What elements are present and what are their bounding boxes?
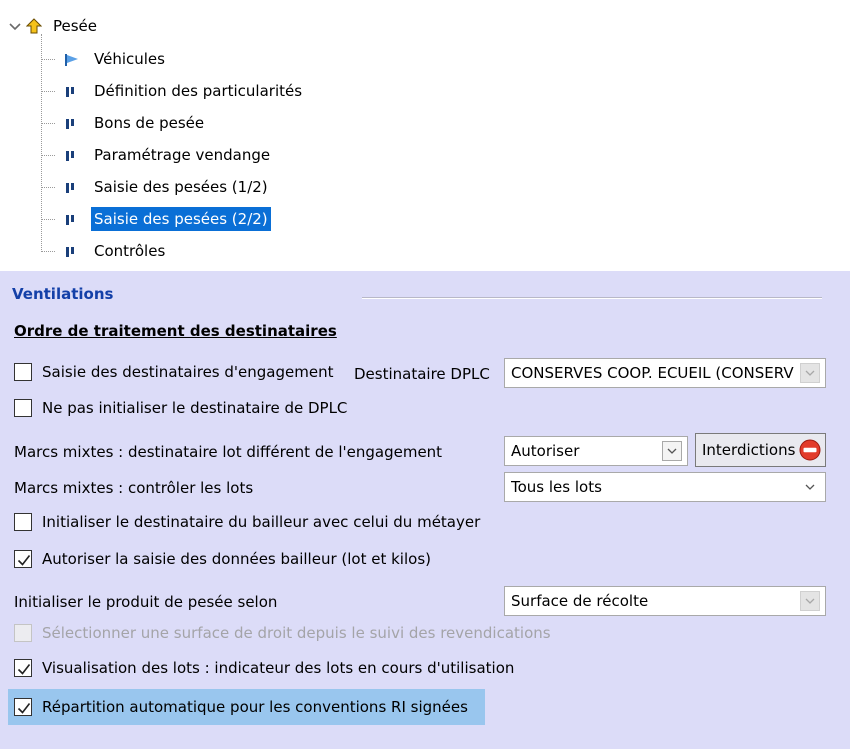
saisie-destinataires-checkbox[interactable] <box>14 363 32 381</box>
initialiser-produit-select[interactable]: Surface de récolte <box>504 586 826 616</box>
repartition-auto-checkbox[interactable] <box>14 698 32 716</box>
initialiser-bailleur-checkbox[interactable] <box>14 513 32 531</box>
initialiser-produit-label: Initialiser le produit de pesée selon <box>14 593 278 611</box>
tree-item-label: Bons de pesée <box>94 114 205 132</box>
interdictions-button[interactable]: Interdictions <box>695 433 826 467</box>
autoriser-saisie-bailleur-label: Autoriser la saisie des données bailleur… <box>42 550 431 568</box>
chevron-down-icon[interactable] <box>8 19 22 33</box>
visualisation-lots-label: Visualisation des lots : indicateur des … <box>42 659 515 677</box>
tree-root-label: Pesée <box>53 17 98 35</box>
bar-icon <box>65 213 77 227</box>
ne-pas-initialiser-checkbox[interactable] <box>14 399 32 417</box>
destinataire-dplc-select[interactable]: CONSERVES COOP. ECUEIL (CONSERV <box>504 358 826 388</box>
subsection-title: Ordre de traitement des destinataires <box>14 322 337 340</box>
marcs-mixtes-lots-select[interactable]: Tous les lots <box>504 472 826 502</box>
marcs-mixtes-dest-value: Autoriser <box>511 442 580 460</box>
visualisation-lots-option[interactable]: Visualisation des lots : indicateur des … <box>14 659 514 677</box>
destinataire-dplc-value: CONSERVES COOP. ECUEIL (CONSERV <box>511 364 794 382</box>
chevron-down-icon[interactable] <box>800 477 820 497</box>
tree-item-label-selected: Saisie des pesées (2/2) <box>91 207 271 231</box>
tree-item-label: Véhicules <box>94 50 165 68</box>
settings-tree: Pesée Véhicules Définition des particula… <box>0 0 850 268</box>
destinataire-dplc-label-wrap: Destinataire DPLC <box>354 365 490 383</box>
marcs-mixtes-dest-select[interactable]: Autoriser <box>504 436 688 466</box>
repartition-auto-label: Répartition automatique pour les convent… <box>42 698 468 716</box>
selectionner-surface-option: Sélectionner une surface de droit depuis… <box>14 624 551 642</box>
marcs-mixtes-lots-label: Marcs mixtes : contrôler les lots <box>14 479 254 497</box>
tree-item-saisie-pesees-2[interactable]: Saisie des pesées (2/2) <box>41 206 271 232</box>
tree-item-bons-pesee[interactable]: Bons de pesée <box>41 110 207 136</box>
autoriser-saisie-bailleur-checkbox[interactable] <box>14 550 32 568</box>
tree-item-label: Paramétrage vendange <box>94 146 271 164</box>
bar-icon <box>65 149 77 163</box>
tree-item-label: Saisie des pesées (1/2) <box>94 178 268 196</box>
marcs-mixtes-dest-label-wrap: Marcs mixtes : destinataire lot différen… <box>14 443 442 461</box>
repartition-auto-option[interactable]: Répartition automatique pour les convent… <box>14 698 468 716</box>
bar-icon <box>65 117 77 131</box>
saisie-destinataires-option[interactable]: Saisie des destinataires d'engagement <box>14 363 333 381</box>
chevron-down-icon[interactable] <box>800 591 820 611</box>
ne-pas-initialiser-option[interactable]: Ne pas initialiser le destinataire de DP… <box>14 399 347 417</box>
tree-item-label: Définition des particularités <box>94 82 303 100</box>
bar-icon <box>65 85 77 99</box>
section-title: Ventilations <box>12 285 114 303</box>
initialiser-produit-label-wrap: Initialiser le produit de pesée selon <box>14 593 277 611</box>
tree-item-definition-particularites[interactable]: Définition des particularités <box>41 78 305 104</box>
tree-item-vehicules[interactable]: Véhicules <box>41 46 168 72</box>
interdictions-button-label: Interdictions <box>702 441 796 459</box>
initialiser-produit-value: Surface de récolte <box>511 592 649 610</box>
flag-icon <box>65 53 78 67</box>
selectionner-surface-label: Sélectionner une surface de droit depuis… <box>42 624 551 642</box>
destinataire-dplc-label: Destinataire DPLC <box>354 365 490 383</box>
ventilations-panel: Ventilations Ordre de traitement des des… <box>0 271 850 749</box>
bar-icon <box>65 181 77 195</box>
tree-item-label: Contrôles <box>94 242 166 260</box>
marcs-mixtes-lots-label-wrap: Marcs mixtes : contrôler les lots <box>14 479 253 497</box>
chevron-down-icon[interactable] <box>800 363 820 383</box>
marcs-mixtes-lots-value: Tous les lots <box>511 478 602 496</box>
ne-pas-initialiser-label: Ne pas initialiser le destinataire de DP… <box>42 399 348 417</box>
marcs-mixtes-dest-label: Marcs mixtes : destinataire lot différen… <box>14 443 443 461</box>
tree-item-saisie-pesees-1[interactable]: Saisie des pesées (1/2) <box>41 174 271 200</box>
initialiser-bailleur-label: Initialiser le destinataire du bailleur … <box>42 513 481 531</box>
no-entry-icon <box>799 439 821 461</box>
selectionner-surface-checkbox <box>14 624 32 642</box>
tree-item-parametrage-vendange[interactable]: Paramétrage vendange <box>41 142 273 168</box>
bar-icon <box>65 245 77 259</box>
initialiser-bailleur-option[interactable]: Initialiser le destinataire du bailleur … <box>14 513 480 531</box>
tree-item-controles[interactable]: Contrôles <box>41 238 168 264</box>
tree-node-pesee[interactable]: Pesée <box>8 13 100 39</box>
chevron-down-icon[interactable] <box>662 441 682 461</box>
saisie-destinataires-label: Saisie des destinataires d'engagement <box>42 363 334 381</box>
visualisation-lots-checkbox[interactable] <box>14 659 32 677</box>
autoriser-saisie-bailleur-option[interactable]: Autoriser la saisie des données bailleur… <box>14 550 431 568</box>
section-divider <box>362 297 822 299</box>
up-arrow-home-icon <box>25 18 43 34</box>
